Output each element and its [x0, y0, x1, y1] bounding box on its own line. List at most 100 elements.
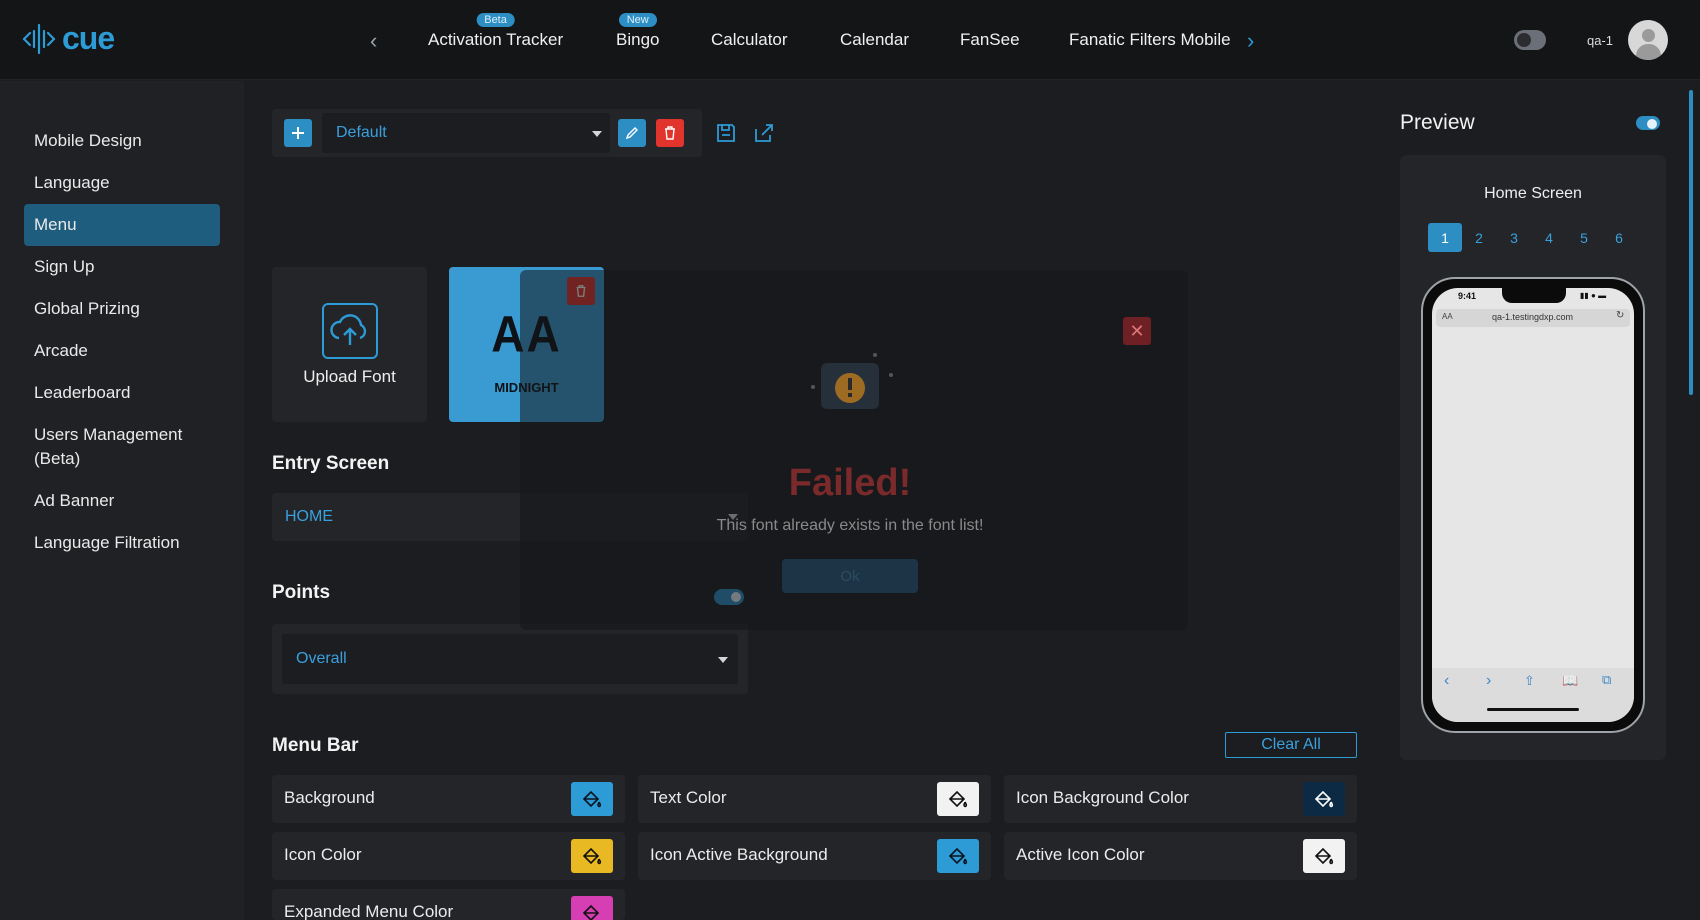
color-row-label: Background — [284, 788, 375, 807]
preview-card: Home Screen 1 2 3 4 5 6 9:41 ▮▮ ● ▬ AA q… — [1400, 155, 1666, 760]
theme-toolbar: Default — [272, 109, 702, 157]
app-tab-label: Fanatic Filters Mobile — [1069, 30, 1231, 49]
color-row-label: Icon Color — [284, 845, 362, 864]
entry-screen-title: Entry Screen — [272, 453, 390, 474]
paint-bucket-icon — [582, 847, 602, 865]
phone-status-icons: ▮▮ ● ▬ — [1580, 291, 1607, 300]
clear-all-button[interactable]: Clear All — [1225, 732, 1357, 758]
color-row-label: Text Color — [650, 788, 727, 807]
preview-page-6[interactable]: 6 — [1602, 223, 1636, 252]
color-swatch-button[interactable] — [571, 782, 613, 816]
color-swatch-button[interactable] — [1303, 839, 1345, 873]
color-row-label: Expanded Menu Color — [284, 902, 454, 920]
cloud-upload-icon — [322, 303, 378, 359]
forward-icon: › — [1486, 672, 1492, 689]
sidebar-item-arcade[interactable]: Arcade — [24, 339, 220, 363]
logo-text: cue — [62, 20, 115, 56]
sidebar-item-sign-up[interactable]: Sign Up — [24, 255, 220, 279]
modal-message: This font already exists in the font lis… — [716, 517, 984, 534]
phone-mockup: 9:41 ▮▮ ● ▬ AA qa-1.testingdxp.com ↻ ‹ ›… — [1421, 277, 1645, 733]
bookmarks-icon: 📖 — [1562, 673, 1579, 688]
paint-bucket-icon — [582, 904, 600, 920]
chevron-down-icon — [592, 131, 602, 137]
theme-select[interactable]: Default — [322, 113, 610, 153]
preview-panel: Preview Home Screen 1 2 3 4 5 6 9:41 ▮▮ … — [1374, 81, 1700, 920]
paint-bucket-icon — [1314, 847, 1334, 865]
delete-theme-button[interactable] — [656, 119, 684, 147]
tabs-prev-icon[interactable]: ‹ — [370, 28, 377, 54]
add-theme-button[interactable] — [284, 119, 312, 147]
app-tab-activation-tracker[interactable]: Beta Activation Tracker — [428, 13, 563, 50]
save-icon — [717, 124, 735, 142]
color-swatch-button[interactable] — [937, 782, 979, 816]
app-tab-calculator[interactable]: Calculator — [711, 30, 788, 50]
page-scrollbar[interactable] — [1689, 90, 1693, 395]
paint-bucket-icon — [582, 790, 602, 808]
preview-toggle[interactable] — [1636, 116, 1660, 130]
avatar[interactable] — [1628, 20, 1668, 60]
close-icon: ✕ — [1129, 320, 1145, 341]
color-row-label: Active Icon Color — [1016, 845, 1145, 864]
color-row-text-color: Text Color — [638, 775, 991, 823]
avatar-head — [1642, 29, 1655, 42]
app-tab-bingo[interactable]: New Bingo — [616, 13, 660, 50]
color-swatch-button[interactable] — [937, 839, 979, 873]
sidebar-item-ad-banner[interactable]: Ad Banner — [24, 489, 220, 513]
sidebar-item-leaderboard[interactable]: Leaderboard — [24, 381, 220, 405]
beta-badge: Beta — [476, 13, 515, 27]
tabs-icon: ⧉ — [1602, 672, 1612, 687]
sidebar-item-mobile-design[interactable]: Mobile Design — [24, 129, 220, 153]
app-tab-fansee[interactable]: FanSee — [960, 30, 1020, 50]
phone-notch — [1502, 288, 1566, 303]
preview-title: Preview — [1400, 111, 1475, 134]
edit-theme-button[interactable] — [618, 119, 646, 147]
color-swatch-button[interactable] — [571, 896, 613, 920]
tabs-next-icon[interactable]: › — [1247, 28, 1254, 54]
color-row-active-icon-color: Active Icon Color — [1004, 832, 1357, 880]
color-swatch-button[interactable] — [571, 839, 613, 873]
paint-bucket-icon — [948, 847, 968, 865]
app-tab-label: FanSee — [960, 30, 1020, 49]
modal-close-button[interactable]: ✕ — [1123, 317, 1151, 345]
points-card: Overall — [272, 624, 748, 694]
preview-page-4[interactable]: 4 — [1532, 223, 1566, 252]
color-row-background: Background — [272, 775, 625, 823]
sidebar-item-users-management[interactable]: Users Management (Beta) — [24, 423, 210, 471]
theme-toggle[interactable] — [1514, 30, 1546, 50]
paint-bucket-icon — [948, 790, 968, 808]
share-icon — [755, 124, 773, 142]
phone-toolbar: ‹ › ⇧ 📖 ⧉ — [1432, 668, 1634, 722]
points-select[interactable]: Overall — [282, 634, 738, 684]
preview-page-1[interactable]: 1 — [1428, 223, 1462, 252]
modal-title: Failed! — [788, 462, 912, 504]
color-row-icon-active-background: Icon Active Background — [638, 832, 991, 880]
avatar-body — [1636, 44, 1661, 60]
preview-page-3[interactable]: 3 — [1497, 223, 1531, 252]
modal-ok-button[interactable]: Ok — [782, 559, 918, 593]
share-theme-button[interactable] — [752, 121, 776, 145]
pencil-icon — [625, 127, 638, 140]
sidebar-item-language-filtration[interactable]: Language Filtration — [24, 531, 220, 555]
app-tab-label: Calculator — [711, 30, 788, 49]
upload-font-card[interactable]: Upload Font — [272, 267, 427, 422]
sidebar-item-menu[interactable]: Menu — [24, 204, 220, 246]
app-tab-fanatic-filters-mobile[interactable]: Fanatic Filters Mobile — [1069, 30, 1231, 50]
color-swatch-button[interactable] — [1303, 782, 1345, 816]
menu-bar-title: Menu Bar — [272, 735, 359, 756]
preview-screen-name: Home Screen — [1484, 185, 1582, 202]
home-indicator — [1487, 708, 1579, 711]
user-name: qa-1 — [1587, 33, 1614, 48]
sidebar-item-language[interactable]: Language — [24, 171, 220, 195]
paint-bucket-icon — [1314, 790, 1334, 808]
save-theme-button[interactable] — [714, 121, 738, 145]
app-tab-label: Bingo — [616, 30, 660, 49]
sidebar: Mobile Design Language Menu Sign Up Glob… — [0, 81, 244, 920]
sidebar-item-global-prizing[interactable]: Global Prizing — [24, 297, 220, 321]
preview-page-5[interactable]: 5 — [1567, 223, 1601, 252]
app-tab-calendar[interactable]: Calendar — [840, 30, 909, 50]
upload-font-label: Upload Font — [303, 367, 396, 386]
color-row-icon-color: Icon Color — [272, 832, 625, 880]
preview-page-2[interactable]: 2 — [1462, 223, 1496, 252]
phone-screen: 9:41 ▮▮ ● ▬ AA qa-1.testingdxp.com ↻ ‹ ›… — [1432, 288, 1634, 722]
cue-logo[interactable]: cue — [22, 20, 115, 57]
